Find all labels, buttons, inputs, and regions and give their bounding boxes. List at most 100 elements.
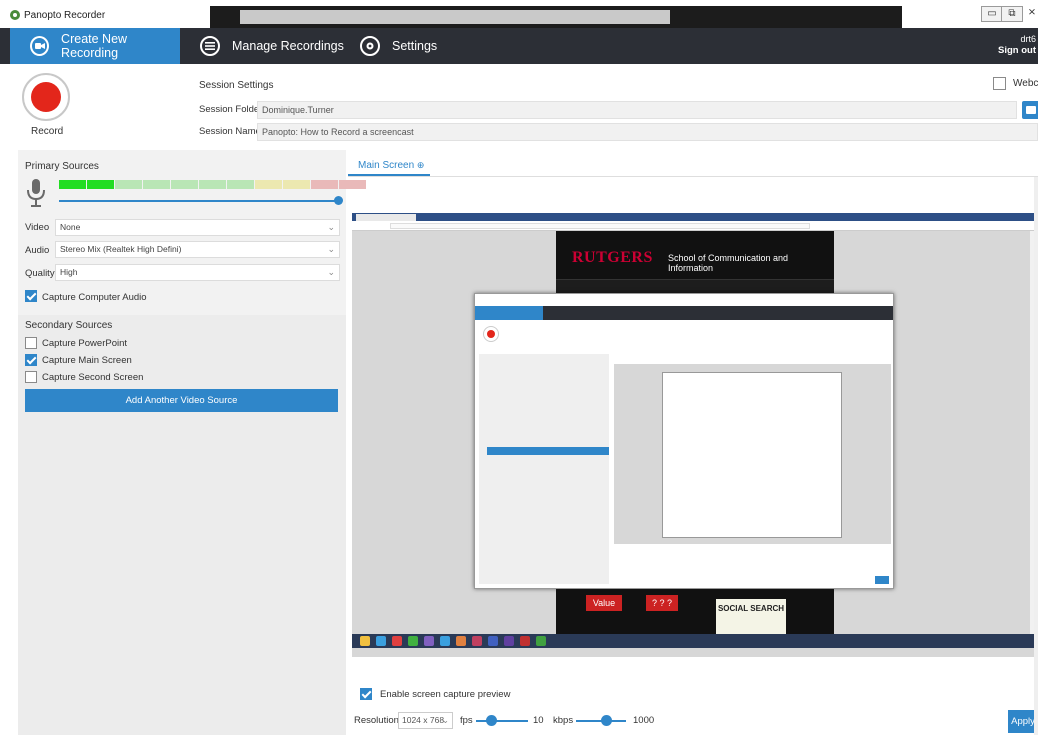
- capture-second-screen-label: Capture Second Screen: [42, 372, 144, 383]
- webcam-checkbox[interactable]: [993, 77, 1006, 90]
- preview-value-tile: Value: [586, 595, 622, 611]
- audio-meter-segment: [171, 180, 198, 189]
- tab-main-screen-label: Main Screen: [358, 160, 415, 171]
- sign-out-link[interactable]: Sign out: [998, 45, 1036, 57]
- session-name-field[interactable]: Panopto: How to Record a screencast: [257, 123, 1038, 141]
- session-settings-title: Session Settings: [199, 80, 274, 91]
- session-folder-field[interactable]: Dominique.Turner: [257, 101, 1017, 119]
- tab-main-screen[interactable]: Main Screen ⊕: [348, 155, 430, 176]
- panopto-logo-icon: [10, 10, 20, 20]
- capture-computer-audio-label: Capture Computer Audio: [42, 292, 147, 303]
- audio-meter-segment: [255, 180, 282, 189]
- minimize-button[interactable]: ▭: [981, 6, 1003, 22]
- preview-nested-recorder: [474, 293, 894, 589]
- primary-sources-title: Primary Sources: [25, 161, 99, 172]
- quality-select[interactable]: High ⌄: [55, 264, 340, 281]
- video-select-value: None: [60, 222, 81, 232]
- chevron-down-icon: ⌄: [441, 715, 449, 725]
- audio-meter-segment: [227, 180, 254, 189]
- fps-value: 10: [533, 715, 544, 726]
- preview-site-nav: [556, 279, 834, 293]
- chevron-down-icon: ⌄: [327, 222, 335, 232]
- add-another-video-source-button[interactable]: Add Another Video Source: [25, 389, 338, 412]
- enable-preview-checkbox[interactable]: [360, 688, 372, 700]
- record-dot-icon: [31, 82, 61, 112]
- audio-label: Audio: [25, 245, 50, 256]
- audio-meter-segment: [143, 180, 170, 189]
- record-label: Record: [31, 126, 64, 137]
- preview-question-tile: ? ? ?: [646, 595, 678, 611]
- tab-label: Create New Recording: [61, 32, 128, 60]
- title-bar: Panopto Recorder ▭ ⧉ ⨯: [0, 0, 1038, 28]
- audio-meter-segment: [59, 180, 86, 189]
- background-window-strip: [210, 6, 902, 28]
- app-title: Panopto Recorder: [24, 10, 106, 21]
- tab-create-new-recording[interactable]: Create New Recording: [10, 28, 180, 64]
- quality-label: Quality: [25, 268, 55, 279]
- tab-label: Manage Recordings: [232, 39, 344, 53]
- audio-select-value: Stereo Mix (Realtek High Defini): [60, 244, 182, 254]
- capture-second-screen-checkbox[interactable]: [25, 371, 37, 383]
- audio-level-slider-track[interactable]: [59, 200, 339, 202]
- tab-settings[interactable]: Settings: [360, 28, 437, 64]
- tab-manage-recordings[interactable]: Manage Recordings: [200, 28, 344, 64]
- capture-main-screen-label: Capture Main Screen: [42, 355, 132, 366]
- resolution-value: 1024 x 768: [402, 715, 445, 725]
- preview-rutgers-logo: RUTGERS: [572, 249, 653, 266]
- capture-main-screen-checkbox[interactable]: [25, 354, 37, 366]
- session-folder-label: Session Folder: [199, 104, 263, 115]
- audio-select[interactable]: Stereo Mix (Realtek High Defini) ⌄: [55, 241, 340, 258]
- audio-meter-segment: [115, 180, 142, 189]
- webcam-label: Webcam: [1013, 78, 1038, 89]
- camera-icon: [30, 36, 50, 56]
- kbps-value: 1000: [633, 715, 655, 726]
- preview-taskbar: [352, 634, 1038, 648]
- record-button[interactable]: [22, 73, 70, 121]
- user-area: drt6 Sign out: [998, 33, 1036, 57]
- close-button[interactable]: ⨯: [1021, 6, 1038, 22]
- video-label: Video: [25, 222, 50, 233]
- tab-label: Settings: [392, 39, 438, 53]
- audio-level-slider-knob[interactable]: [334, 196, 343, 205]
- tab-options-icon: ⊕: [416, 160, 425, 170]
- capture-powerpoint-label: Capture PowerPoint: [42, 338, 128, 349]
- browse-folder-button[interactable]: [1022, 101, 1038, 119]
- preview-page-tiles: Value ? ? ? SOCIAL SEARCH: [556, 589, 834, 634]
- fps-slider-track[interactable]: [476, 720, 528, 722]
- gear-icon: [360, 36, 380, 56]
- right-scrollbar[interactable]: [1034, 177, 1038, 735]
- kbps-label: kbps: [553, 715, 574, 726]
- preview-browser-addressbar: [352, 221, 1038, 231]
- audio-meter-segment: [339, 180, 366, 189]
- audio-meter-segment: [199, 180, 226, 189]
- kbps-slider-knob[interactable]: [601, 715, 612, 726]
- fps-label: fps: [460, 715, 473, 726]
- preview-social-search-tile: SOCIAL SEARCH: [716, 599, 786, 634]
- tab-divider: [348, 176, 1038, 177]
- fps-slider-knob[interactable]: [486, 715, 497, 726]
- audio-meter-segment: [283, 180, 310, 189]
- video-select[interactable]: None ⌄: [55, 219, 340, 236]
- audio-meter-segment: [311, 180, 338, 189]
- main-nav: Create New Recording Manage Recordings S…: [0, 28, 1038, 64]
- chevron-down-icon: ⌄: [327, 244, 335, 254]
- screen-capture-preview: RUTGERS School of Communication and Info…: [352, 213, 1038, 657]
- resolution-select[interactable]: 1024 x 768 ⌄: [398, 712, 453, 729]
- audio-meter-segment: [87, 180, 114, 189]
- enable-preview-label: Enable screen capture preview: [380, 689, 511, 700]
- username: drt6: [1020, 34, 1036, 44]
- folder-icon: [1026, 106, 1036, 114]
- chevron-down-icon: ⌄: [327, 267, 335, 277]
- panopto-recorder-window: Panopto Recorder ▭ ⧉ ⨯ Create New Record…: [0, 0, 1038, 735]
- list-icon: [200, 36, 220, 56]
- microphone-icon: [27, 179, 45, 207]
- audio-level-meter: [59, 180, 366, 189]
- preview-school-name: School of Communication and Information: [668, 253, 789, 273]
- resolution-label: Resolution: [354, 715, 399, 726]
- capture-computer-audio-checkbox[interactable]: [25, 290, 37, 302]
- capture-powerpoint-checkbox[interactable]: [25, 337, 37, 349]
- session-name-label: Session Name: [199, 126, 261, 137]
- quality-select-value: High: [60, 267, 78, 277]
- preview-browser-titlebar: [352, 213, 1038, 221]
- restore-button[interactable]: ⧉: [1001, 6, 1023, 22]
